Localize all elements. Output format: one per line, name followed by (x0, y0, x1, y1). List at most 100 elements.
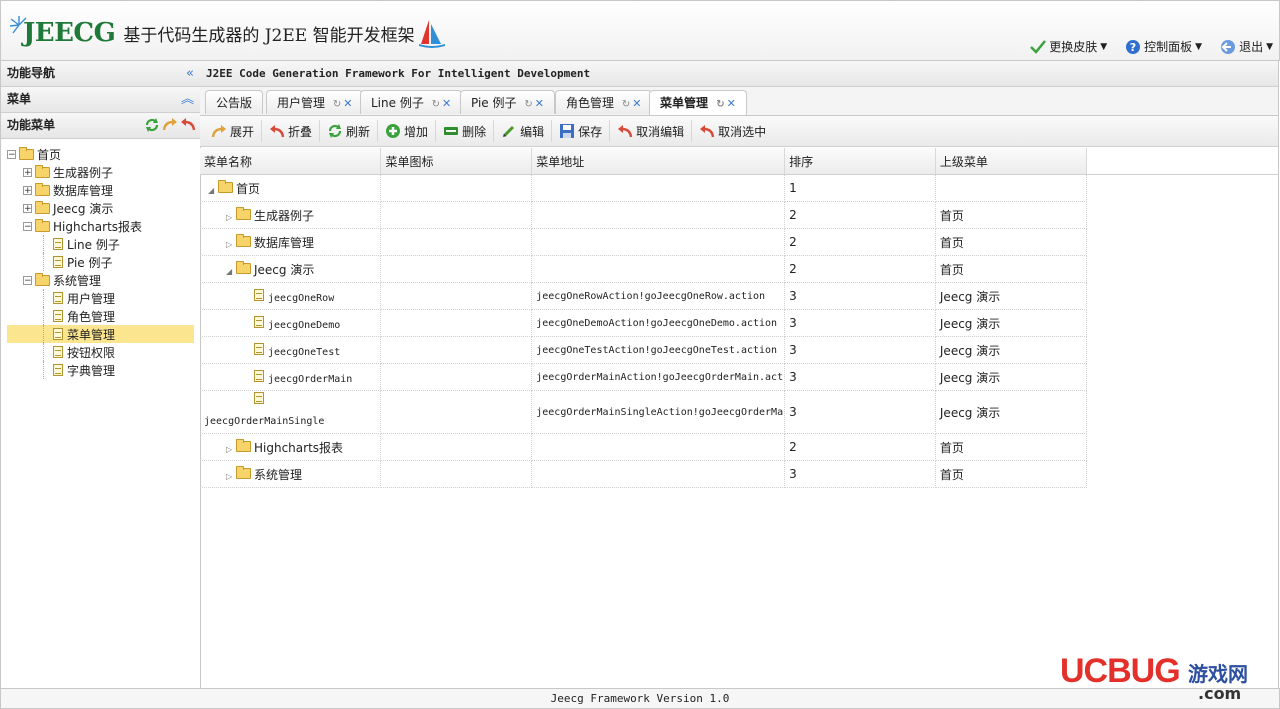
table-row[interactable]: jeecgOrderMainSingle jeecgOrderMainSingl… (200, 390, 1278, 434)
icon-cell (380, 390, 533, 434)
file-icon (53, 292, 63, 304)
tree-node-selected[interactable]: 菜单管理 (7, 325, 194, 343)
row-filler (1086, 229, 1278, 256)
control-panel-link[interactable]: ? 控制面板 ▼ (1125, 38, 1202, 55)
tab-pie-example[interactable]: Pie 例子 ↻ ✕ (460, 90, 555, 114)
table-row[interactable]: ▷ 系统管理 3 首页 (200, 460, 1278, 488)
url-cell (531, 201, 786, 229)
collapse-toggle-icon[interactable]: − (23, 221, 32, 231)
expanded-arrow-icon[interactable]: ◢ (226, 267, 236, 276)
refresh-label: 刷新 (346, 124, 371, 139)
tree-node[interactable]: 字典管理 (7, 361, 194, 379)
tree-node[interactable]: + Jeecg 演示 (7, 199, 194, 217)
refresh-icon[interactable]: ↻ (432, 99, 440, 110)
icon-cell (380, 228, 533, 256)
expanded-arrow-icon[interactable]: ◢ (208, 186, 218, 195)
tab-user-manage[interactable]: 用户管理 ↻ ✕ (266, 90, 364, 114)
change-skin-link[interactable]: 更换皮肤 ▼ (1030, 38, 1107, 55)
close-icon[interactable]: ✕ (535, 97, 544, 110)
tree-node[interactable]: Line 例子 (7, 235, 194, 253)
refresh-icon[interactable]: ↻ (622, 99, 630, 110)
undo-icon[interactable] (180, 117, 196, 133)
tab-line-example[interactable]: Line 例子 ↻ ✕ (360, 90, 463, 114)
collapsed-arrow-icon[interactable]: ▷ (226, 445, 236, 454)
col-menu-url[interactable]: 菜单地址 (531, 148, 786, 175)
close-icon[interactable]: ✕ (343, 97, 352, 110)
name-cell[interactable]: jeecgOrderMain (200, 363, 382, 391)
expand-toggle-icon[interactable]: + (23, 203, 32, 213)
logo-burst-icon (9, 16, 27, 34)
icon-cell (380, 363, 533, 391)
close-icon[interactable]: ✕ (727, 97, 736, 110)
name-cell[interactable]: jeecgOneDemo (200, 309, 382, 337)
collapse-toggle-icon[interactable]: − (23, 275, 32, 285)
delete-button[interactable]: 删除 (436, 120, 495, 142)
expand-arrow-icon (211, 125, 226, 138)
tree-node[interactable]: + 数据库管理 (7, 181, 194, 199)
collapse-up-icon[interactable]: ︽ (181, 87, 194, 112)
col-parent-menu[interactable]: 上级菜单 (935, 148, 1087, 175)
table-row[interactable]: ▷ Highcharts报表 2 首页 (200, 433, 1278, 461)
table-row[interactable]: ▷ 数据库管理 2 首页 (200, 228, 1278, 256)
refresh-button[interactable]: 刷新 (320, 120, 379, 142)
collapsed-arrow-icon[interactable]: ▷ (226, 213, 236, 222)
name-cell[interactable]: ▷ 生成器例子 (200, 201, 382, 229)
collapsed-arrow-icon[interactable]: ▷ (226, 472, 236, 481)
url-cell (531, 460, 786, 488)
table-row[interactable]: ◢ Jeecg 演示 2 首页 (200, 255, 1278, 283)
refresh-icon[interactable]: ↻ (333, 99, 341, 110)
name-cell[interactable]: ◢ Jeecg 演示 (200, 255, 382, 283)
menu-name: jeecgOrderMain (268, 373, 353, 385)
table-row[interactable]: jeecgOneTest jeecgOneTestAction!goJeecgO… (200, 336, 1278, 364)
logout-link[interactable]: 退出 ▼ (1220, 38, 1273, 55)
name-cell[interactable]: jeecgOneTest (200, 336, 382, 364)
refresh-icon[interactable]: ↻ (716, 99, 724, 110)
collapse-toggle-icon[interactable]: − (7, 149, 16, 159)
tree-node[interactable]: Pie 例子 (7, 253, 194, 271)
tree-node[interactable]: 用户管理 (7, 289, 194, 307)
refresh-icon[interactable]: ↻ (524, 99, 532, 110)
tree-node[interactable]: 角色管理 (7, 307, 194, 325)
name-cell[interactable]: jeecgOneRow (200, 282, 382, 310)
icon-cell (380, 460, 533, 488)
table-row[interactable]: jeecgOneDemo jeecgOneDemoAction!goJeecgO… (200, 309, 1278, 337)
table-row[interactable]: jeecgOneRow jeecgOneRowAction!goJeecgOne… (200, 282, 1278, 310)
table-row[interactable]: ◢ 首页 1 (200, 174, 1278, 202)
add-button[interactable]: 增加 (378, 120, 437, 142)
tab-menu-manage[interactable]: 菜单管理 ↻ ✕ (649, 90, 747, 115)
save-button[interactable]: 保存 (552, 120, 611, 142)
expand-toggle-icon[interactable]: + (23, 185, 32, 195)
close-icon[interactable]: ✕ (632, 97, 641, 110)
redo-icon[interactable] (162, 117, 178, 133)
menu-panel-header: 菜单 ︽ (1, 87, 200, 113)
col-order[interactable]: 排序 (784, 148, 936, 175)
col-menu-icon[interactable]: 菜单图标 (380, 148, 533, 175)
table-row[interactable]: jeecgOrderMain jeecgOrderMainAction!goJe… (200, 363, 1278, 391)
tab-role-manage[interactable]: 角色管理 ↻ ✕ (555, 90, 653, 114)
name-cell[interactable]: ▷ 数据库管理 (200, 228, 382, 256)
cancel-select-button[interactable]: 取消选中 (692, 120, 773, 142)
collapse-left-icon[interactable]: « (186, 61, 194, 86)
table-row[interactable]: ▷ 生成器例子 2 首页 (200, 201, 1278, 229)
edit-button[interactable]: 编辑 (494, 120, 553, 142)
expand-button[interactable]: 展开 (204, 120, 263, 142)
expand-toggle-icon[interactable]: + (23, 167, 32, 177)
tree-node[interactable]: + 生成器例子 (7, 163, 194, 181)
collapsed-arrow-icon[interactable]: ▷ (226, 240, 236, 249)
tree-node[interactable]: − 系统管理 (7, 271, 194, 289)
file-icon (53, 346, 63, 358)
refresh-icon[interactable] (144, 117, 160, 133)
collapse-button[interactable]: 折叠 (262, 120, 321, 142)
tree-node[interactable]: − Highcharts报表 (7, 217, 194, 235)
col-menu-name[interactable]: 菜单名称 (200, 148, 382, 175)
tree-node-label: Highcharts报表 (53, 219, 143, 234)
name-cell[interactable]: ◢ 首页 (200, 174, 382, 202)
cancel-edit-button[interactable]: 取消编辑 (610, 120, 693, 142)
close-icon[interactable]: ✕ (442, 97, 451, 110)
tree-node[interactable]: − 首页 (7, 145, 194, 163)
name-cell[interactable]: ▷ 系统管理 (200, 460, 382, 488)
tree-node[interactable]: 按钮权限 (7, 343, 194, 361)
name-cell[interactable]: jeecgOrderMainSingle (200, 390, 382, 434)
tab-notice[interactable]: 公告版 (205, 90, 264, 114)
name-cell[interactable]: ▷ Highcharts报表 (200, 433, 382, 461)
